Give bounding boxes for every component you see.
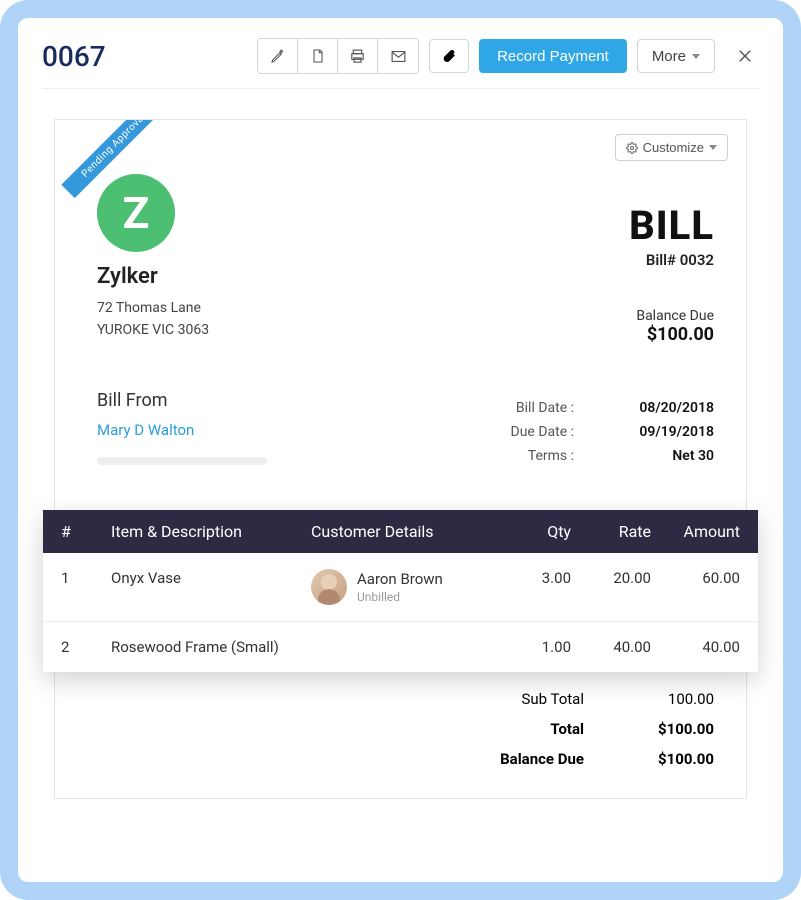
printer-icon [349, 48, 366, 65]
action-icon-group [257, 38, 419, 74]
status-ribbon: Pending Approval [55, 120, 165, 230]
bill-card: Pending Approval Customize Z Zylker 72 T… [54, 119, 747, 799]
balance-amount: $100.00 [636, 324, 714, 345]
balance-block: Balance Due $100.00 [636, 308, 714, 345]
bill-meta: Bill Date : 08/20/2018 Due Date : 09/19/… [494, 400, 714, 472]
email-button[interactable] [378, 39, 418, 73]
vendor-block: Z Zylker 72 Thomas Lane YUROKE VIC 3063 [97, 174, 718, 342]
table-header: # Item & Description Customer Details Qt… [43, 510, 758, 553]
bill-title-block: BILL Bill# 0032 [629, 202, 714, 269]
chevron-down-icon [692, 54, 700, 59]
col-num: # [61, 522, 111, 541]
row-rate: 20.00 [571, 569, 651, 587]
col-amount: Amount [651, 522, 740, 541]
total-label: Total [464, 720, 584, 738]
pencil-icon [270, 48, 286, 64]
placeholder-line [97, 457, 267, 465]
balance-due-label: Balance Due [464, 750, 584, 768]
close-icon [736, 47, 754, 65]
line-items-table: # Item & Description Customer Details Qt… [43, 510, 758, 672]
pdf-icon [310, 48, 326, 64]
due-date-label: Due Date : [494, 424, 574, 440]
bill-date-label: Bill Date : [494, 400, 574, 416]
row-rate: 40.00 [571, 638, 651, 656]
row-num: 1 [61, 569, 111, 587]
paperclip-icon [441, 48, 457, 64]
row-amount: 60.00 [651, 569, 740, 587]
customer-status: Unbilled [357, 590, 443, 604]
subtotal-label: Sub Total [464, 690, 584, 708]
more-button[interactable]: More [637, 39, 715, 73]
gear-icon [626, 142, 638, 154]
row-item: Onyx Vase [111, 569, 311, 587]
avatar [311, 569, 347, 605]
balance-label: Balance Due [636, 308, 714, 324]
attach-button[interactable] [429, 39, 469, 73]
table-row: 2 Rosewood Frame (Small) 1.00 40.00 40.0… [43, 622, 758, 672]
topbar: 0067 Record Payment Mo [42, 38, 759, 89]
vendor-address-line2: YUROKE VIC 3063 [97, 319, 718, 341]
col-rate: Rate [571, 522, 651, 541]
row-customer: Aaron Brown Unbilled [311, 569, 501, 605]
record-payment-button[interactable]: Record Payment [479, 39, 627, 73]
terms-value: Net 30 [624, 448, 714, 464]
row-item: Rosewood Frame (Small) [111, 638, 311, 656]
vendor-name: Zylker [97, 264, 718, 289]
pdf-button[interactable] [298, 39, 338, 73]
close-button[interactable] [731, 42, 759, 70]
balance-due-value: $100.00 [624, 750, 714, 768]
total-value: $100.00 [624, 720, 714, 738]
status-ribbon-label: Pending Approval [61, 120, 165, 198]
customize-button[interactable]: Customize [615, 134, 728, 161]
col-qty: Qty [501, 522, 571, 541]
row-num: 2 [61, 638, 111, 656]
print-button[interactable] [338, 39, 378, 73]
row-qty: 1.00 [501, 638, 571, 656]
more-label: More [652, 48, 686, 65]
vendor-address-line1: 72 Thomas Lane [97, 297, 718, 319]
row-amount: 40.00 [651, 638, 740, 656]
bill-title: BILL [629, 202, 714, 249]
bill-number: Bill# 0032 [629, 251, 714, 269]
col-customer: Customer Details [311, 522, 501, 541]
chevron-down-icon [709, 145, 717, 150]
terms-label: Terms : [494, 448, 574, 464]
subtotal-value: 100.00 [624, 690, 714, 708]
totals-block: Sub Total 100.00 Total $100.00 Balance D… [464, 690, 714, 780]
bill-date-value: 08/20/2018 [624, 400, 714, 416]
table-row: 1 Onyx Vase Aaron Brown Unbilled 3.00 20… [43, 553, 758, 622]
edit-button[interactable] [258, 39, 298, 73]
mail-icon [390, 48, 407, 65]
customer-name: Aaron Brown [357, 570, 443, 588]
row-qty: 3.00 [501, 569, 571, 587]
customize-label: Customize [643, 140, 704, 155]
col-item: Item & Description [111, 522, 311, 541]
page-number: 0067 [42, 40, 106, 73]
due-date-value: 09/19/2018 [624, 424, 714, 440]
